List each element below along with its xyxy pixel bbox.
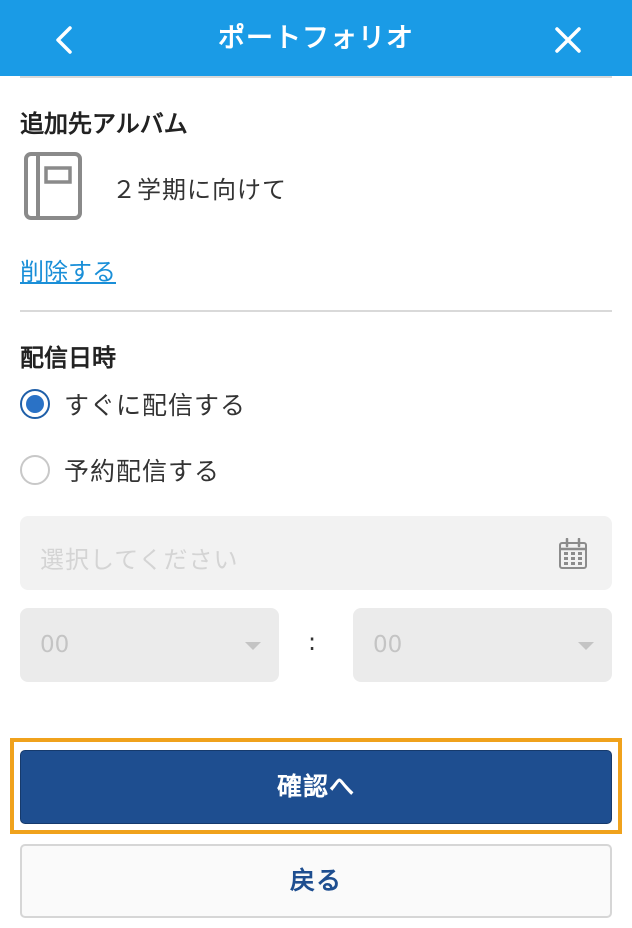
album-book-icon [24, 152, 82, 220]
radio-button-unchecked[interactable] [20, 455, 50, 485]
app-header: ポートフォリオ [0, 0, 632, 76]
top-divider [20, 76, 612, 78]
minute-select[interactable]: 00 [353, 608, 612, 682]
radio-immediate[interactable]: すぐに配信する [20, 386, 246, 422]
date-placeholder: 選択してください [40, 546, 239, 574]
time-separator: : [308, 628, 317, 656]
radio-scheduled[interactable]: 予約配信する [20, 452, 220, 488]
date-picker-field[interactable]: 選択してください [20, 516, 612, 590]
album-name: ２学期に向けて [112, 176, 287, 204]
section-divider [20, 310, 612, 312]
back-button[interactable]: 戻る [20, 844, 612, 918]
close-button[interactable] [546, 18, 590, 62]
delivery-section-title: 配信日時 [20, 344, 116, 372]
chevron-down-icon [245, 642, 261, 650]
chevron-down-icon [578, 642, 594, 650]
close-icon [555, 27, 581, 53]
delete-album-link[interactable]: 削除する [20, 252, 116, 287]
radio-immediate-label: すぐに配信する [64, 391, 247, 420]
minute-value: 00 [373, 632, 403, 658]
radio-scheduled-label: 予約配信する [64, 457, 221, 486]
album-section-title: 追加先アルバム [20, 110, 188, 138]
hour-select[interactable]: 00 [20, 608, 279, 682]
confirm-button[interactable]: 確認へ [20, 750, 612, 824]
calendar-icon[interactable] [558, 538, 588, 570]
radio-button-checked[interactable] [20, 389, 50, 419]
page-title: ポートフォリオ [218, 23, 414, 54]
hour-value: 00 [40, 632, 70, 658]
